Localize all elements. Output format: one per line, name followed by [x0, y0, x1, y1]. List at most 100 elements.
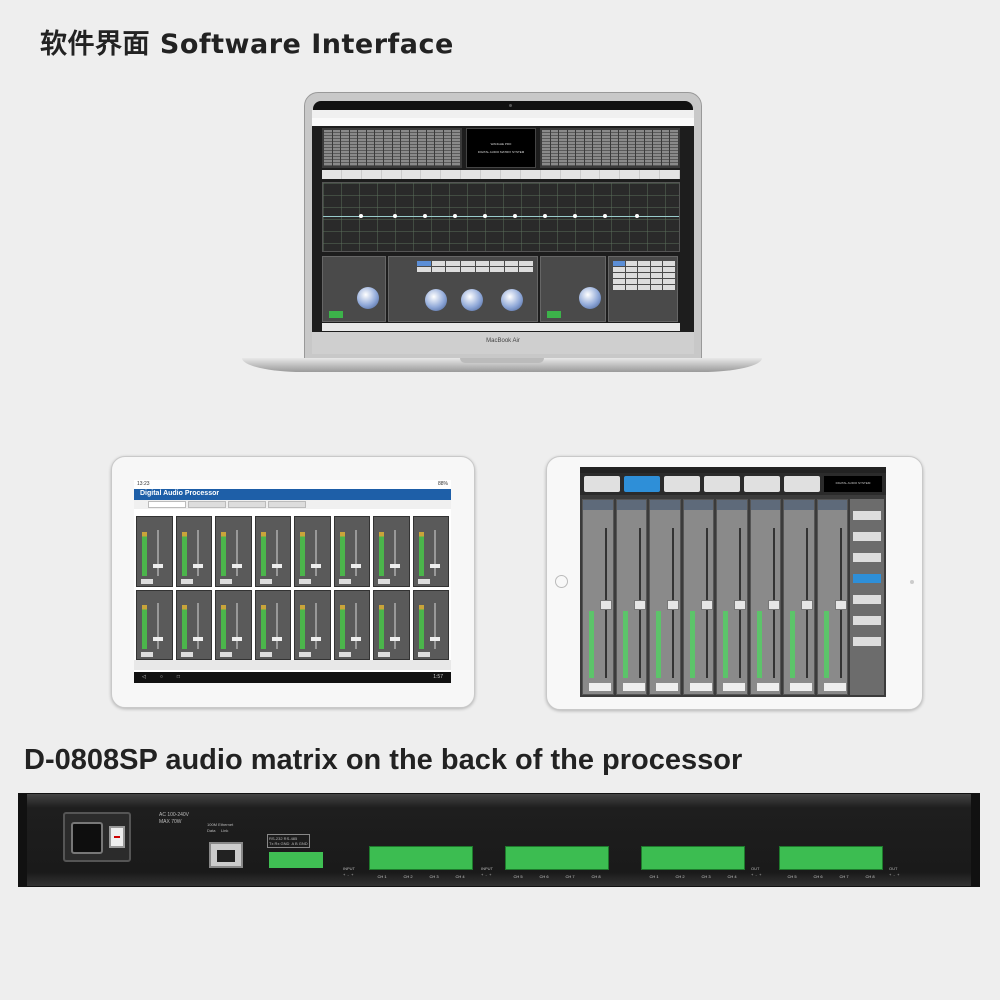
routing-key[interactable] [625, 273, 638, 278]
side-panel-button[interactable] [853, 511, 881, 520]
input-terminal-block-2[interactable] [505, 846, 609, 870]
tab-3[interactable] [228, 501, 266, 508]
eq-band-point[interactable] [543, 214, 547, 218]
tab-1[interactable] [148, 501, 186, 508]
matrix-routing-panel[interactable] [608, 256, 678, 322]
routing-key[interactable] [625, 267, 638, 272]
eq-curve-graph[interactable] [322, 182, 680, 252]
side-panel-button[interactable] [853, 532, 881, 541]
routing-key[interactable] [650, 267, 663, 272]
channel-tab[interactable] [620, 170, 641, 179]
channel-tabs[interactable] [322, 170, 681, 179]
fader-handle[interactable] [734, 600, 746, 610]
channel-tab[interactable] [441, 170, 462, 179]
toolbar-button-selected[interactable] [624, 476, 660, 492]
home-icon[interactable]: ○ [160, 674, 163, 681]
mute-button[interactable] [790, 683, 812, 691]
routing-key[interactable] [625, 279, 638, 284]
eq-band-key[interactable] [460, 261, 475, 266]
ethernet-port-icon[interactable] [209, 842, 243, 868]
fader-handle[interactable] [429, 563, 440, 568]
mute-button[interactable] [141, 652, 153, 657]
eq-band-point[interactable] [359, 214, 363, 218]
fader-handle[interactable] [390, 637, 400, 641]
mute-button[interactable] [656, 683, 678, 691]
fader-handle[interactable] [153, 637, 163, 641]
routing-key[interactable] [638, 285, 650, 290]
side-panel-button[interactable] [853, 616, 881, 625]
channel-tab[interactable] [561, 170, 581, 179]
power-switch[interactable] [109, 826, 125, 848]
eq-band-point[interactable] [635, 214, 639, 218]
eq-band-key[interactable] [446, 267, 460, 272]
mute-button[interactable] [180, 652, 193, 657]
mute-button[interactable] [378, 578, 390, 584]
mute-button[interactable] [689, 683, 712, 691]
channel-strip[interactable] [294, 516, 331, 587]
routing-key[interactable] [663, 279, 675, 284]
routing-key[interactable] [663, 273, 675, 278]
software-menu-bar[interactable] [312, 118, 694, 126]
q-knob[interactable] [461, 289, 483, 311]
routing-key[interactable] [613, 267, 625, 272]
fader-handle[interactable] [271, 637, 282, 641]
input-terminal-block-1[interactable] [369, 846, 473, 870]
channel-tab[interactable] [541, 170, 561, 179]
eq-band-key[interactable] [417, 261, 431, 266]
output-terminal-block-1[interactable] [641, 846, 745, 870]
recents-icon[interactable]: □ [177, 674, 180, 681]
back-icon[interactable]: ◁ [142, 674, 146, 681]
routing-key[interactable] [625, 285, 638, 290]
mute-button[interactable] [417, 652, 430, 657]
eq-band-key[interactable] [504, 267, 519, 272]
fader-handle[interactable] [801, 600, 813, 610]
mixer-toolbar[interactable]: DIGITAL AUDIO SYSTEM [580, 473, 886, 495]
mute-button[interactable] [141, 578, 153, 584]
fader-handle[interactable] [834, 600, 847, 610]
eq-band-point[interactable] [453, 214, 457, 218]
channel-tab[interactable] [402, 170, 422, 179]
mute-button[interactable] [220, 652, 232, 657]
fader-handle[interactable] [633, 600, 646, 610]
channel-strip[interactable] [412, 589, 449, 660]
channel-tab[interactable] [382, 170, 402, 179]
toolbar-button[interactable] [664, 476, 700, 492]
mixer-channel-strip[interactable] [816, 499, 848, 695]
serial-terminal-block[interactable] [269, 852, 323, 868]
routing-keys[interactable] [613, 261, 675, 290]
toolbar-button[interactable] [584, 476, 620, 492]
eq-band-point[interactable] [423, 214, 427, 218]
output-enable-button[interactable] [547, 311, 561, 318]
mixer-channel-strip[interactable] [582, 499, 614, 695]
routing-key[interactable] [663, 267, 675, 272]
output-terminal-block-2[interactable] [779, 846, 883, 870]
routing-key[interactable] [625, 261, 638, 266]
mute-button[interactable] [299, 578, 311, 584]
channel-strip[interactable] [254, 516, 291, 587]
mixer-channel-strip[interactable] [783, 499, 815, 695]
mixer-side-panel[interactable] [850, 499, 884, 695]
routing-key[interactable] [638, 261, 650, 266]
eq-band-key[interactable] [475, 267, 490, 272]
channel-tab[interactable] [660, 170, 681, 179]
mute-button[interactable] [622, 683, 645, 691]
eq-band-keys[interactable] [417, 261, 533, 272]
mute-button[interactable] [259, 652, 272, 657]
fader-handle[interactable] [767, 600, 780, 610]
channel-tab[interactable] [600, 170, 621, 179]
routing-key[interactable] [638, 273, 650, 278]
eq-band-key[interactable] [460, 267, 475, 272]
fader-handle[interactable] [700, 600, 713, 610]
eq-band-key[interactable] [431, 261, 446, 266]
gain-knob[interactable] [357, 287, 379, 309]
output-knob[interactable] [579, 287, 601, 309]
channel-tab[interactable] [342, 170, 362, 179]
routing-key[interactable] [663, 261, 675, 266]
routing-key[interactable] [650, 279, 663, 284]
fader-handle[interactable] [311, 637, 321, 641]
channel-tab[interactable] [461, 170, 482, 179]
routing-key[interactable] [663, 285, 675, 290]
mixer-channel-strip[interactable] [716, 499, 748, 695]
tab-2[interactable] [188, 501, 226, 508]
routing-key[interactable] [638, 267, 650, 272]
